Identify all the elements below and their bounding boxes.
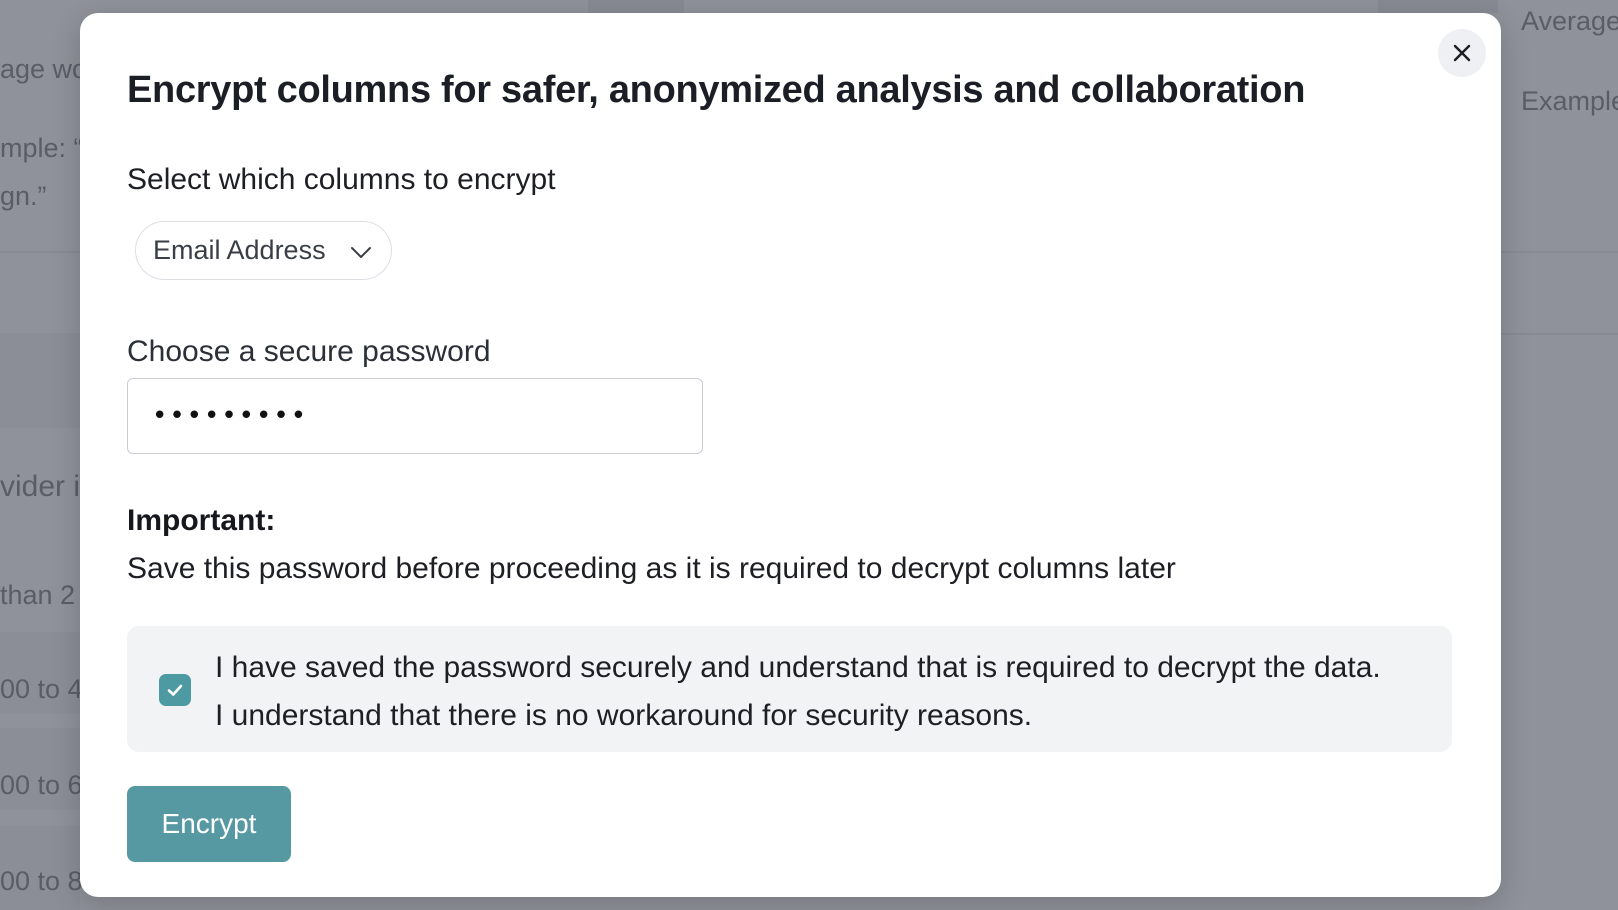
background-divider [1501, 333, 1618, 335]
column-select-dropdown[interactable]: Email Address [135, 221, 392, 280]
important-message: Save this password before proceeding as … [127, 552, 1176, 585]
background-text: Average [1521, 6, 1618, 36]
selected-column: Email Address [153, 235, 326, 265]
confirmation-box: I have saved the password securely and u… [127, 626, 1452, 752]
background-text: vider i [0, 470, 81, 503]
background-text: gn.” [0, 181, 47, 211]
password-input[interactable] [127, 378, 703, 454]
chevron-down-icon [351, 247, 371, 258]
confirm-text: I have saved the password securely and u… [215, 651, 1381, 732]
background-text: Example [1521, 86, 1618, 116]
background-text: than 2 [0, 580, 76, 610]
column-select-label: Select which columns to encrypt [127, 163, 556, 196]
background-text: 00 to 8 [0, 866, 83, 896]
close-icon [1453, 44, 1471, 62]
background-divider [1501, 251, 1618, 253]
close-button[interactable] [1438, 29, 1486, 77]
dialog-title: Encrypt columns for safer, anonymized an… [127, 69, 1306, 111]
background-column-divider [588, 0, 684, 13]
background-text: age wo [0, 54, 88, 84]
check-icon [167, 684, 183, 696]
background-text: mple: “I [0, 133, 91, 163]
confirm-checkbox[interactable] [159, 674, 191, 706]
background-text: 00 to 4 [0, 674, 83, 704]
background-text: 00 to 6 [0, 770, 83, 800]
background-divider [0, 251, 80, 253]
background-column-divider [1378, 0, 1498, 13]
important-heading: Important: [127, 504, 276, 537]
encrypt-columns-dialog: Encrypt columns for safer, anonymized an… [80, 13, 1501, 897]
password-label: Choose a secure password [127, 335, 491, 368]
encrypt-button[interactable]: Encrypt [127, 786, 291, 862]
background-row-band [0, 333, 80, 428]
